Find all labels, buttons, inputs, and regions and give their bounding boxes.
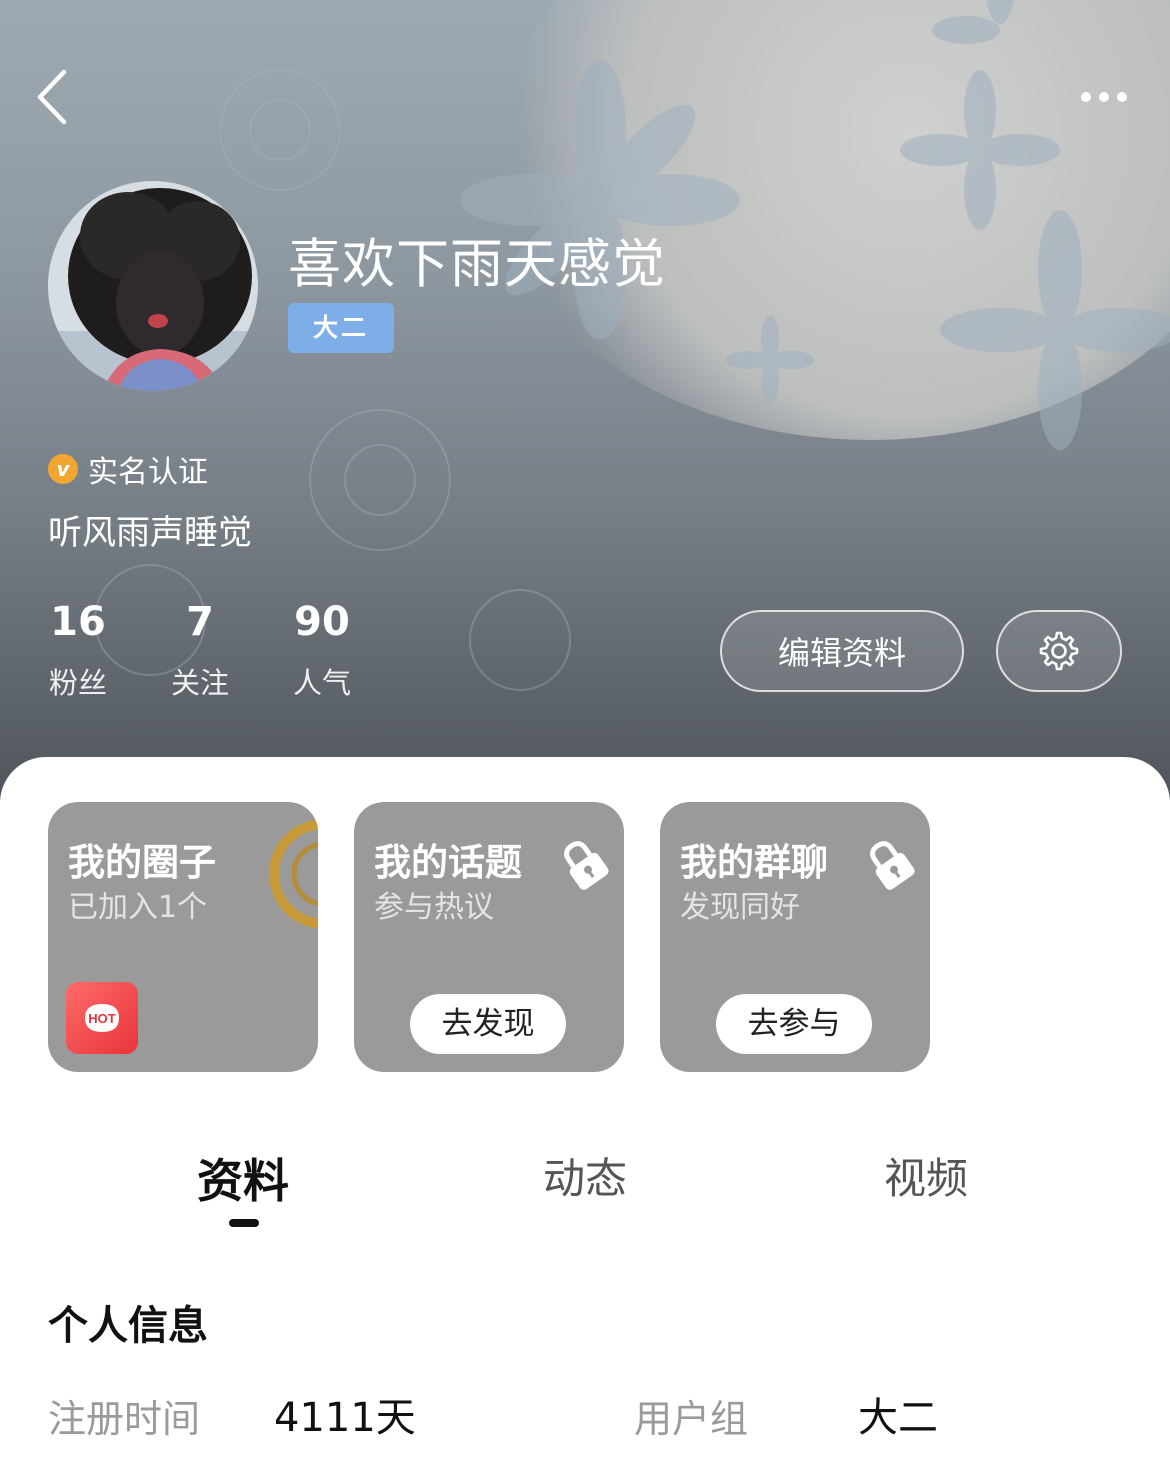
more-options-button[interactable] — [1076, 80, 1136, 114]
hot-icon: HOT — [66, 982, 138, 1054]
settings-button[interactable] — [996, 610, 1122, 692]
back-button[interactable] — [30, 66, 80, 130]
stat-value: 7 — [186, 599, 214, 645]
edit-profile-button[interactable]: 编辑资料 — [720, 610, 964, 692]
card-subtitle: 发现同好 — [680, 890, 800, 925]
card-title: 我的群聊 — [680, 841, 828, 884]
tab-activity[interactable]: 动态 — [543, 1145, 627, 1206]
avatar-image — [48, 181, 258, 391]
username: 喜欢下雨天感觉 — [288, 234, 666, 295]
card-title: 我的话题 — [374, 841, 522, 884]
card-subtitle: 已加入1个 — [68, 890, 208, 925]
tab-profile[interactable]: 资料 — [197, 1145, 289, 1211]
info-value-user-group: 大二 — [858, 1395, 938, 1441]
verified-v-icon: v — [48, 454, 78, 484]
stat-popularity[interactable]: 90 人气 — [272, 598, 372, 702]
info-label-registration: 注册时间 — [48, 1397, 201, 1441]
card-title: 我的圈子 — [68, 841, 216, 884]
lock-icon — [564, 841, 609, 890]
join-button[interactable]: 去参与 — [716, 994, 872, 1054]
chevron-left-icon — [37, 69, 67, 125]
stat-fans[interactable]: 16 粉丝 — [28, 598, 128, 702]
my-topics-card[interactable]: 我的话题 参与热议 去发现 — [354, 802, 624, 1072]
stat-label: 关注 — [170, 666, 229, 700]
discover-button[interactable]: 去发现 — [410, 994, 566, 1054]
bio: 听风雨声睡觉 — [48, 513, 252, 553]
verification-status: v 实名认证 — [48, 450, 208, 490]
verification-label: 实名认证 — [88, 455, 208, 490]
grade-badge: 大二 — [288, 303, 394, 353]
active-tab-indicator — [229, 1219, 259, 1227]
stat-label: 粉丝 — [48, 666, 107, 700]
stat-value: 90 — [294, 599, 350, 645]
gear-icon — [1039, 631, 1079, 671]
stat-following[interactable]: 7 关注 — [150, 598, 250, 702]
card-subtitle: 参与热议 — [374, 890, 494, 925]
my-group-chats-card[interactable]: 我的群聊 发现同好 去参与 — [660, 802, 930, 1072]
tab-video[interactable]: 视频 — [884, 1145, 968, 1206]
hot-label: HOT — [88, 1011, 116, 1026]
stat-label: 人气 — [292, 666, 351, 700]
info-label-user-group: 用户组 — [634, 1397, 749, 1441]
my-circles-card[interactable]: 我的圈子 已加入1个 HOT — [48, 802, 318, 1072]
circle-ring-decoration — [269, 820, 318, 929]
info-value-registration: 4111天 — [274, 1395, 416, 1441]
stat-value: 16 — [50, 599, 106, 645]
lock-icon — [870, 841, 915, 890]
avatar[interactable] — [48, 181, 258, 391]
section-title: 个人信息 — [48, 1303, 208, 1349]
more-horizontal-icon — [1081, 92, 1127, 102]
